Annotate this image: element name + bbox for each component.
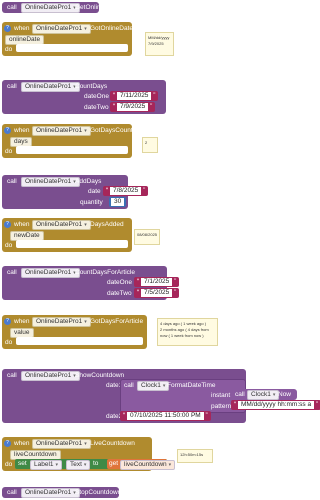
call-countdays-block[interactable]: call OnlineDatePro1 ▾ CountDays dateOne “… — [2, 80, 166, 114]
text-datetwo[interactable]: “ 7/5/2025 ” — [134, 288, 180, 298]
arg-label-datetwo: dateTwo — [84, 104, 109, 111]
event-name: GotDaysCount — [90, 127, 133, 134]
component-dropdown[interactable]: OnlineDatePro1 ▾ — [21, 177, 80, 187]
do-slot[interactable] — [16, 146, 128, 154]
do-keyword: do — [5, 461, 13, 468]
clock-dropdown[interactable]: Clock1 ▾ — [247, 390, 280, 400]
event-name: GotDaysForArticle — [90, 318, 144, 325]
component-dropdown[interactable]: OnlineDatePro1 ▾ — [21, 82, 80, 92]
component-dropdown[interactable]: OnlineDatePro1 ▾ — [32, 24, 91, 34]
do-keyword: do — [5, 242, 13, 249]
help-icon[interactable]: ? — [4, 127, 11, 134]
when-livecountdown-block[interactable]: ? when OnlineDatePro1 ▾ LiveCountdown liv… — [2, 437, 176, 471]
to-keyword: to — [93, 460, 99, 467]
event-name: GotOnlineDate — [90, 25, 133, 32]
arg-label-quantity: quantity — [80, 199, 103, 206]
when-keyword: when — [14, 25, 30, 32]
when-gotonlinedate-block[interactable]: ? when OnlineDatePro1 ▾ GotOnlineDate onl… — [2, 22, 133, 56]
do-keyword: do — [5, 339, 13, 346]
text-pattern[interactable]: “ MM/dd/yyyy hh:mm:ss a ” — [231, 400, 320, 410]
method-name: CountDays — [75, 83, 108, 90]
when-keyword: when — [14, 127, 30, 134]
component-dropdown[interactable]: OnlineDatePro1 ▾ — [21, 488, 80, 498]
set-label-text-block[interactable]: set Label1 ▾ Text ▾ to get liveCountdown ▾ — [15, 459, 176, 470]
component-dropdown[interactable]: OnlineDatePro1 ▾ — [21, 268, 80, 278]
do-keyword: do — [5, 46, 13, 53]
call-getonlinedate-block[interactable]: call OnlineDatePro1 ▾ GetOnlineDate — [2, 2, 118, 13]
component-dropdown[interactable]: OnlineDatePro1 ▾ — [21, 371, 80, 381]
comment-bubble: 2 — [142, 137, 158, 153]
property-dropdown[interactable]: Text ▾ — [66, 460, 91, 470]
arg-label-instant: instant — [211, 392, 231, 399]
call-keyword: call — [7, 489, 17, 496]
when-keyword: when — [14, 440, 30, 447]
call-keyword: call — [124, 382, 134, 389]
call-showcountdown-block[interactable]: call OnlineDatePro1 ▾ ShowCountdown date1… — [2, 369, 246, 423]
comment-bubble: 4 days ago ( 1 week ago ) 2 months ago ( … — [157, 318, 218, 346]
when-keyword: when — [14, 221, 30, 228]
get-variable-block[interactable]: get liveCountdown ▾ — [107, 459, 176, 470]
comment-bubble: MM/dd/yyyy 7/9/2025 — [145, 32, 174, 56]
call-keyword: call — [7, 178, 17, 185]
call-keyword: call — [7, 4, 17, 11]
when-gotdayscount-block[interactable]: ? when OnlineDatePro1 ▾ GotDaysCount days… — [2, 124, 133, 158]
event-name: DaysAdded — [90, 221, 124, 228]
event-name: LiveCountdown — [90, 440, 135, 447]
method-name: FormatDateTime — [167, 382, 216, 389]
method-name: AddDays — [75, 178, 102, 185]
arg-label-dateone: dateOne — [84, 93, 109, 100]
help-icon[interactable]: ? — [4, 221, 11, 228]
component-dropdown[interactable]: OnlineDatePro1 ▾ — [32, 439, 91, 449]
call-now-block[interactable]: call Clock1 ▾ Now — [231, 389, 297, 400]
comment-bubble: 08/08/2025 — [134, 229, 160, 245]
help-icon[interactable]: ? — [4, 25, 11, 32]
text-datetwo[interactable]: “ 7/9/2025 ” — [110, 102, 156, 112]
arg-label-datetwo: dateTwo — [107, 290, 132, 297]
text-dateone[interactable]: “ 7/11/2025 ” — [110, 91, 159, 101]
method-name: StopCountdown — [75, 489, 122, 496]
component-dropdown[interactable]: OnlineDatePro1 ▾ — [21, 3, 80, 13]
component-dropdown[interactable]: OnlineDatePro1 ▾ — [32, 317, 91, 327]
text-date[interactable]: “ 7/8/2025 ” — [103, 186, 149, 196]
method-name: Now — [278, 391, 292, 398]
call-keyword: call — [7, 372, 17, 379]
clock-dropdown[interactable]: Clock1 ▾ — [137, 381, 170, 391]
text-date2[interactable]: “ 07/10/2025 11:50:00 PM ” — [120, 411, 211, 421]
help-icon[interactable]: ? — [4, 440, 11, 447]
number-quantity[interactable]: 30 — [109, 197, 127, 207]
call-adddays-block[interactable]: call OnlineDatePro1 ▾ AddDays date “ 7/8/… — [2, 175, 149, 209]
call-formatdatetime-block[interactable]: call Clock1 ▾ FormatDateTime instant patt… — [120, 379, 246, 413]
do-keyword: do — [5, 148, 13, 155]
component-dropdown[interactable]: OnlineDatePro1 ▾ — [32, 126, 91, 136]
when-gotdaysforarticle-block[interactable]: ? when OnlineDatePro1 ▾ GotDaysForArticle… — [2, 315, 147, 349]
component-dropdown[interactable]: OnlineDatePro1 ▾ — [32, 220, 91, 230]
variable-dropdown[interactable]: liveCountdown ▾ — [120, 460, 176, 470]
set-keyword: set — [18, 460, 27, 467]
do-slot[interactable] — [16, 337, 143, 345]
call-keyword: call — [235, 391, 245, 398]
comment-bubble: 12h:50m:15s — [177, 449, 213, 463]
method-name: ShowCountdown — [75, 372, 125, 379]
when-keyword: when — [14, 318, 30, 325]
call-keyword: call — [7, 269, 17, 276]
arg-label-pattern: pattern — [211, 403, 232, 410]
label-dropdown[interactable]: Label1 ▾ — [30, 460, 63, 470]
when-daysadded-block[interactable]: ? when OnlineDatePro1 ▾ DaysAdded newDate… — [2, 218, 132, 252]
call-keyword: call — [7, 83, 17, 90]
call-countdaysforarticle-block[interactable]: call OnlineDatePro1 ▾ CountDaysForArticle… — [2, 266, 180, 300]
arg-label-dateone: dateOne — [107, 279, 132, 286]
text-dateone[interactable]: “ 7/1/2025 ” — [134, 277, 180, 287]
method-name: CountDaysForArticle — [75, 269, 135, 276]
help-icon[interactable]: ? — [4, 318, 11, 325]
method-name: GetOnlineDate — [75, 4, 118, 11]
call-stopcountdown-block[interactable]: call OnlineDatePro1 ▾ StopCountdown — [2, 487, 122, 498]
do-slot[interactable] — [16, 44, 128, 52]
get-keyword: get — [109, 460, 119, 467]
arg-label-date: date — [88, 188, 101, 195]
do-slot[interactable] — [16, 240, 128, 248]
